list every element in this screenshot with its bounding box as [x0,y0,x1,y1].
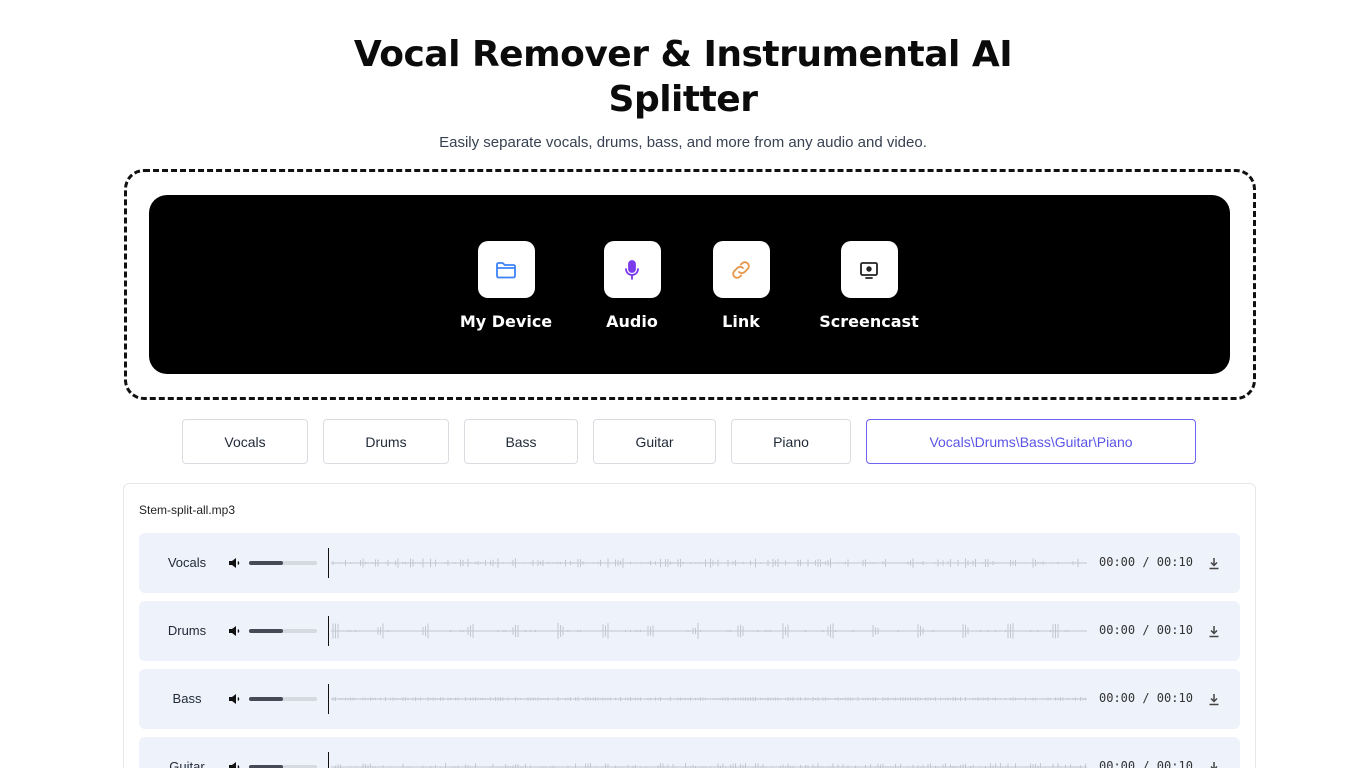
source-label: Audio [606,312,658,331]
playhead[interactable] [328,616,329,646]
track-name: Drums [167,623,207,638]
playhead[interactable] [328,548,329,578]
volume-slider-fill [249,561,283,565]
track-time: 00:00 / 00:10 [1099,623,1193,637]
tab-bass[interactable]: Bass [464,419,578,464]
track-time: 00:00 / 00:10 [1099,691,1193,705]
waveform[interactable] [331,749,1087,768]
source-label: Link [722,312,760,331]
volume-slider-fill [249,697,283,701]
volume-icon[interactable] [227,623,243,639]
volume-slider[interactable] [249,629,317,633]
track-name: Bass [172,691,202,706]
link-icon [712,241,770,298]
waveform[interactable] [331,613,1087,649]
track-row-drums: Drums 00:00 / 00:10 [139,601,1240,661]
source-link-button[interactable]: Link [705,241,777,341]
microphone-icon [603,241,661,298]
playhead[interactable] [328,684,329,714]
page-title: Vocal Remover & Instrumental AI Splitter [0,32,1366,122]
tab-vocals[interactable]: Vocals [182,419,308,464]
folder-icon [477,241,535,298]
download-icon[interactable] [1207,691,1221,707]
page-title-line1: Vocal Remover & Instrumental AI [353,34,1013,75]
volume-icon[interactable] [227,555,243,571]
volume-icon[interactable] [227,691,243,707]
screen-record-icon [840,241,898,298]
volume-slider-fill [249,629,283,633]
waveform[interactable] [331,545,1087,581]
track-row-bass: Bass 00:00 / 00:10 [139,669,1240,729]
source-screencast-button[interactable]: Screencast [819,241,919,341]
upload-source-panel [149,195,1230,374]
tab-drums[interactable]: Drums [323,419,449,464]
download-icon[interactable] [1207,623,1221,639]
source-my-device-button[interactable]: My Device [460,241,552,341]
track-time: 00:00 / 00:10 [1099,759,1193,768]
volume-slider[interactable] [249,561,317,565]
tab-piano[interactable]: Piano [731,419,851,464]
page-subtitle: Easily separate vocals, drums, bass, and… [439,134,927,151]
track-row-vocals: Vocals 00:00 / 00:10 [139,533,1240,593]
playhead[interactable] [328,752,329,768]
waveform[interactable] [331,681,1087,717]
track-time: 00:00 / 00:10 [1099,555,1193,569]
source-label: Screencast [819,312,919,331]
result-file-name: Stem-split-all.mp3 [139,503,236,517]
track-name: Guitar [169,759,205,768]
source-label: My Device [459,312,553,331]
volume-slider[interactable] [249,697,317,701]
source-audio-button[interactable]: Audio [596,241,668,341]
download-icon[interactable] [1207,555,1221,571]
download-icon[interactable] [1207,759,1221,768]
tab-all-stems[interactable]: Vocals\Drums\Bass\Guitar\Piano [866,419,1196,464]
track-row-guitar: Guitar 00:00 / 00:10 [139,737,1240,768]
tab-guitar[interactable]: Guitar [593,419,716,464]
track-name: Vocals [167,555,207,570]
volume-icon[interactable] [227,759,243,768]
page-title-line2: Splitter [608,79,758,120]
